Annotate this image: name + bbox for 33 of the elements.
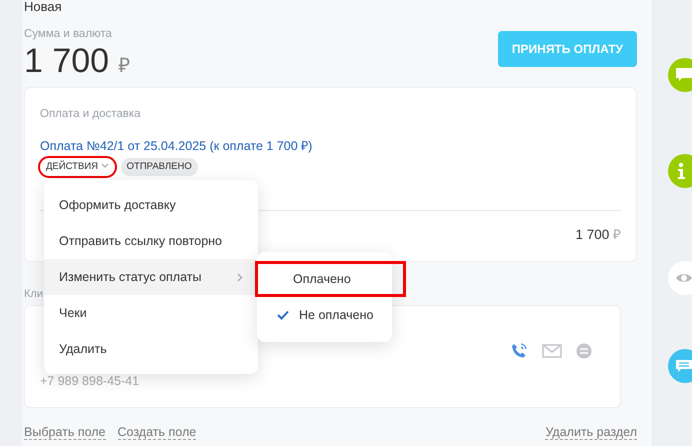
field-link[interactable]: Выбрать поле xyxy=(24,426,106,440)
menu-item[interactable]: Удалить xyxy=(44,331,258,367)
field-link[interactable]: Создать поле xyxy=(118,426,196,440)
caret-icon xyxy=(100,163,109,170)
envelope-icon[interactable] xyxy=(542,344,562,358)
chevron-right-icon xyxy=(237,272,243,282)
submenu-item[interactable]: Не оплачено xyxy=(257,297,392,333)
chat-icon-button[interactable] xyxy=(668,58,692,92)
eye-icon xyxy=(675,272,692,284)
menu-item[interactable]: Оформить доставку xyxy=(44,187,258,223)
menu-item[interactable]: Изменить статус оплаты xyxy=(44,259,258,295)
amount-label: Сумма и валюта xyxy=(24,27,113,42)
menu-item[interactable]: Отправить ссылку повторно xyxy=(44,223,258,259)
submenu-item[interactable]: Оплачено xyxy=(255,261,406,297)
section-title: Кли xyxy=(24,287,43,302)
menu-item[interactable]: Чеки xyxy=(44,295,258,331)
payment-total: 1 700 ₽ xyxy=(575,226,621,244)
delete-section-link[interactable]: Удалить раздел xyxy=(545,426,637,440)
payment-link[interactable]: Оплата №42/1 от 25.04.2025 (к оплате 1 700 ₽) xyxy=(40,136,312,156)
section-title: Оплата и доставка xyxy=(40,106,142,122)
phone-icon[interactable] xyxy=(510,342,528,360)
phone-number: +7 989 898-45-41 xyxy=(40,372,140,390)
eye-icon-button[interactable] xyxy=(668,261,692,295)
status-badge: ОТПРАВЛЕНО xyxy=(120,158,198,176)
status-title: Новая xyxy=(24,0,63,14)
chat-icon-button[interactable] xyxy=(668,349,692,383)
info-icon-button[interactable] xyxy=(668,154,692,188)
chat-icon xyxy=(675,67,692,83)
chat-icon[interactable] xyxy=(576,342,592,359)
chat-icon xyxy=(675,359,692,373)
amount-value: 1 700 ₽ xyxy=(24,43,131,81)
actions-button[interactable]: ДЕЙСТВИЯ xyxy=(40,158,115,176)
check-icon xyxy=(277,310,289,320)
